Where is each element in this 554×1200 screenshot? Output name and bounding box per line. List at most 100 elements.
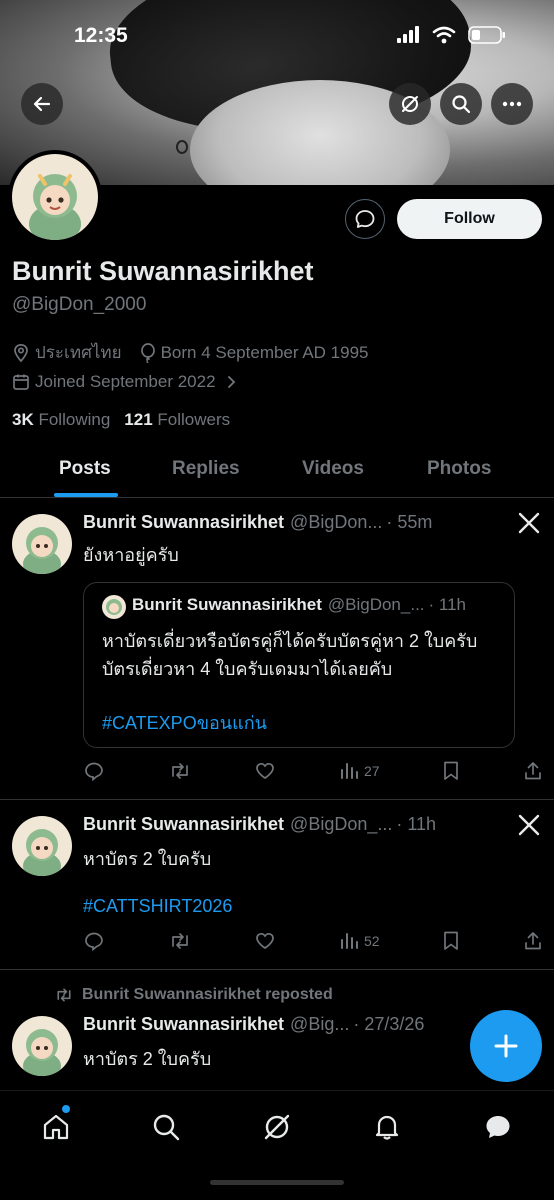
post-text: หาบัตร 2 ใบครับ: [83, 849, 212, 869]
tab-replies[interactable]: Replies: [172, 458, 240, 480]
post-author-handle: @Big...: [290, 1014, 350, 1034]
follow-button[interactable]: Follow: [397, 199, 542, 239]
post-time: · 55m: [386, 512, 433, 532]
views-button[interactable]: 27: [339, 761, 380, 781]
bookmark-button[interactable]: [442, 930, 460, 952]
back-button[interactable]: [21, 83, 63, 125]
joined-date[interactable]: Joined September 2022: [12, 372, 237, 392]
quote-time: · 11h: [428, 595, 467, 614]
repost-icon: [57, 988, 71, 1002]
more-icon: [502, 101, 522, 107]
nav-grok[interactable]: [259, 1109, 295, 1145]
profile-avatar[interactable]: [8, 150, 102, 244]
calendar-icon: [13, 374, 29, 390]
post-header: Bunrit Suwannasirikhet @BigDon... · 55m: [83, 512, 432, 533]
repost-icon: [171, 933, 188, 949]
home-indicator: [210, 1180, 344, 1185]
reply-button[interactable]: [83, 760, 105, 782]
location-pin-icon: [14, 343, 28, 362]
more-button[interactable]: [491, 83, 533, 125]
post-item[interactable]: Bunrit Suwannasirikhet @BigDon_... · 11h…: [0, 800, 554, 970]
nav-home[interactable]: [38, 1109, 74, 1145]
tab-posts[interactable]: Posts: [59, 458, 111, 480]
home-icon: [43, 1114, 69, 1140]
views-count: 52: [364, 933, 380, 949]
share-button[interactable]: [523, 760, 543, 782]
message-bubble-icon: [355, 210, 375, 228]
following-link[interactable]: 3K Following: [12, 410, 110, 430]
quote-text: หาบัตรเดี่ยวหรือบัตรคู่ก็ได้ครับบัตรคู่ห…: [102, 627, 477, 737]
bookmark-icon: [444, 931, 459, 950]
grok-icon: [264, 1114, 290, 1140]
post-avatar[interactable]: [12, 514, 72, 574]
location: ประเทศไทย: [12, 339, 122, 366]
post-actions: 27: [83, 760, 543, 782]
post-hashtag[interactable]: #CATTSHIRT2026: [83, 896, 232, 917]
post-author-handle: @BigDon_...: [290, 814, 393, 834]
share-icon: [525, 762, 541, 780]
grok-button[interactable]: [389, 83, 431, 125]
location-text: ประเทศไทย: [35, 343, 122, 362]
nav-notifications[interactable]: [369, 1109, 405, 1145]
post-author-name[interactable]: Bunrit Suwannasirikhet: [83, 814, 284, 835]
banner-photo-earring: [176, 140, 188, 154]
views-button[interactable]: 52: [339, 931, 380, 951]
heart-icon: [256, 762, 275, 780]
share-icon: [525, 932, 541, 950]
like-button[interactable]: [254, 760, 276, 782]
post-avatar[interactable]: [12, 1016, 72, 1076]
message-button[interactable]: [345, 199, 385, 239]
following-count: 3K: [12, 410, 34, 429]
followers-count: 121: [124, 410, 153, 429]
repost-indicator: Bunrit Suwannasirikhet reposted: [54, 986, 333, 1004]
post-author-name[interactable]: Bunrit Suwannasirikhet: [83, 512, 284, 533]
bell-icon: [375, 1115, 399, 1140]
repost-icon: [171, 763, 188, 779]
post-time: · 11h: [396, 814, 437, 834]
tab-videos[interactable]: Videos: [302, 458, 364, 480]
joined-row[interactable]: Joined September 2022: [12, 372, 237, 392]
share-button[interactable]: [523, 930, 543, 952]
cellular-icon: [397, 26, 419, 43]
quoted-post[interactable]: Bunrit Suwannasirikhet @BigDon_... · 11h…: [83, 582, 515, 748]
chevron-right-icon: [227, 376, 235, 388]
repost-button[interactable]: [168, 930, 192, 952]
search-button[interactable]: [440, 83, 482, 125]
nav-search[interactable]: [148, 1109, 184, 1145]
search-icon: [452, 95, 471, 114]
post-author-name[interactable]: Bunrit Suwannasirikhet: [83, 1014, 284, 1035]
followers-link[interactable]: 121 Followers: [124, 410, 230, 430]
following-label: Following: [38, 410, 111, 429]
x-logo-icon: [518, 512, 540, 534]
follow-stats: 3K Following 121 Followers: [12, 410, 230, 430]
tab-photos[interactable]: Photos: [427, 458, 491, 480]
status-time: 12:35: [74, 24, 128, 47]
post-actions: 52: [83, 930, 543, 952]
search-icon: [153, 1114, 180, 1141]
bookmark-button[interactable]: [442, 760, 460, 782]
reply-icon: [85, 762, 103, 782]
quote-author-name: Bunrit Suwannasirikhet: [132, 595, 322, 614]
x-logo-icon: [518, 814, 540, 836]
status-bar: 12:35: [0, 0, 554, 72]
post-item[interactable]: Bunrit Suwannasirikhet reposted Bunrit S…: [0, 970, 554, 1090]
post-header: Bunrit Suwannasirikhet @Big... · 27/3/26: [83, 1014, 424, 1035]
like-button[interactable]: [254, 930, 276, 952]
views-count: 27: [364, 763, 380, 779]
reply-button[interactable]: [83, 930, 105, 952]
wifi-icon: [432, 26, 456, 44]
followers-label: Followers: [157, 410, 231, 429]
views-chart-icon: [341, 763, 359, 779]
post-header: Bunrit Suwannasirikhet @BigDon_... · 11h: [83, 814, 436, 835]
profile-display-name: Bunrit Suwannasirikhet: [12, 256, 314, 286]
quote-hashtag[interactable]: #CATEXPOขอนแก่น: [102, 709, 477, 737]
post-author-handle: @BigDon...: [290, 512, 383, 532]
joined-text: Joined September 2022: [35, 372, 216, 391]
compose-button[interactable]: [470, 1010, 542, 1082]
post-item[interactable]: Bunrit Suwannasirikhet @BigDon... · 55m …: [0, 498, 554, 800]
profile-handle: @BigDon_2000: [12, 294, 147, 315]
active-tab-indicator: [54, 493, 118, 497]
repost-button[interactable]: [168, 760, 192, 782]
post-avatar[interactable]: [12, 816, 72, 876]
nav-messages[interactable]: [480, 1109, 516, 1145]
